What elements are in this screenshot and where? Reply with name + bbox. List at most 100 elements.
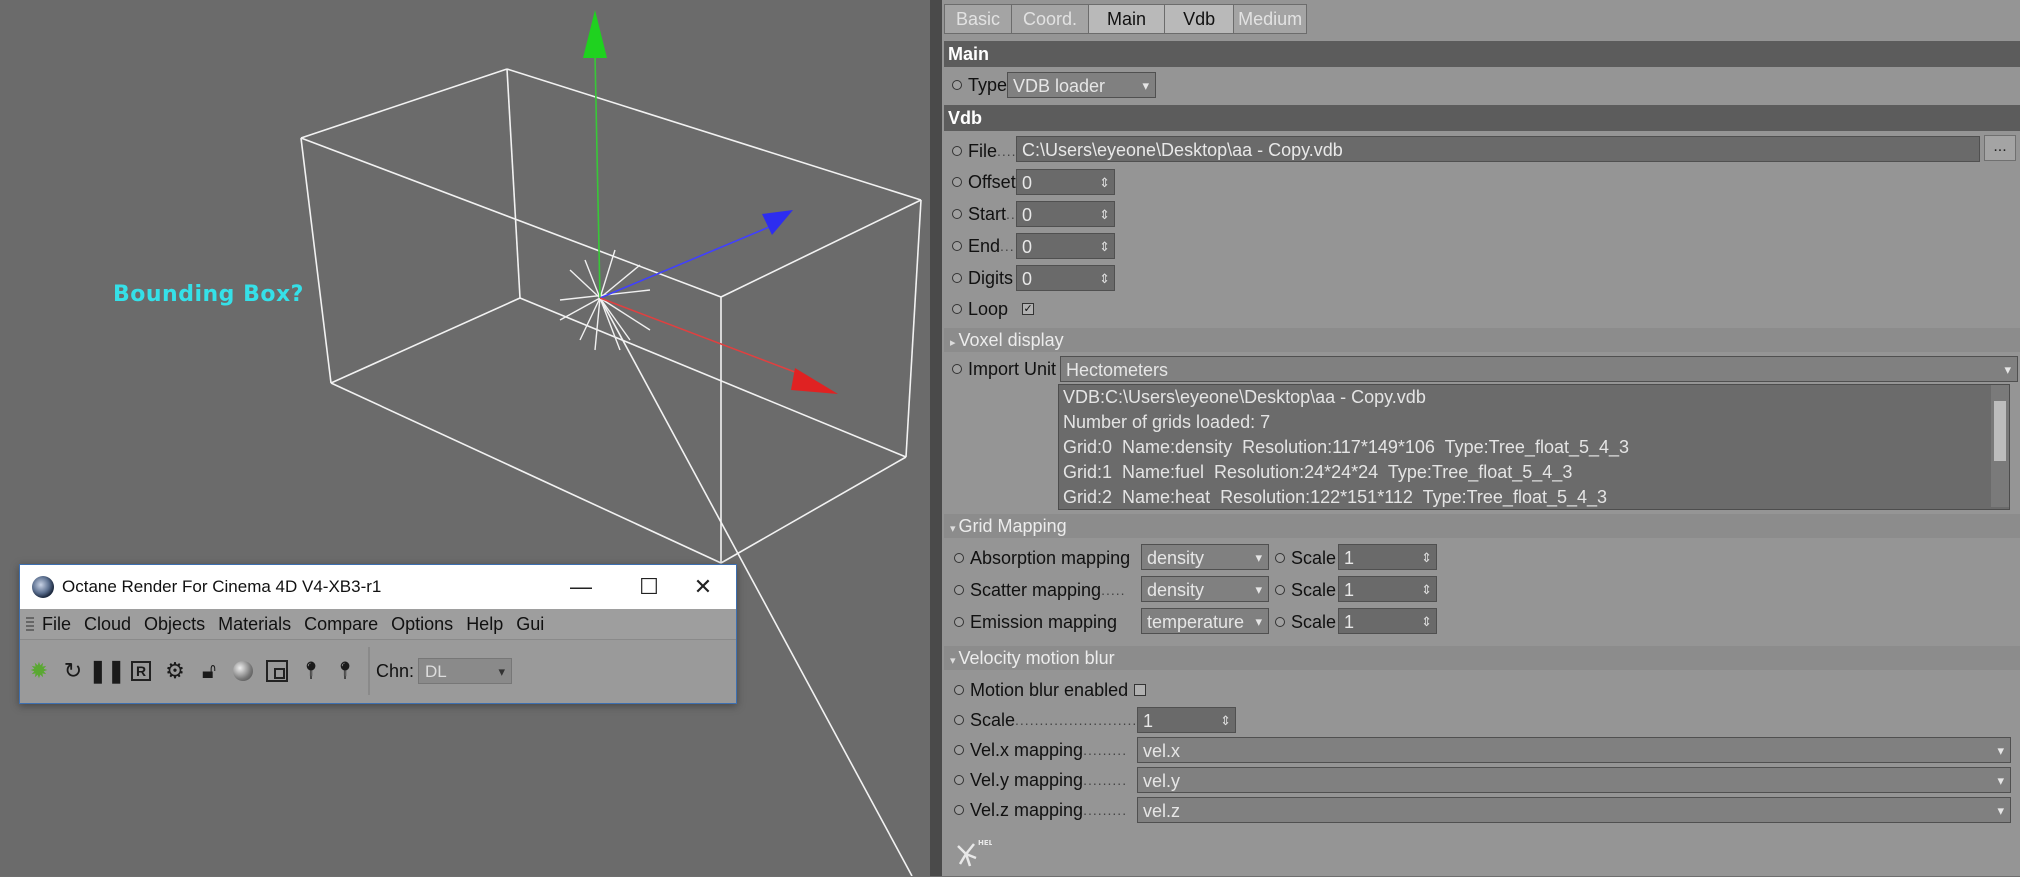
attribute-panel: Basic Coord. Main Vdb Medium Main Type V… xyxy=(942,0,2020,876)
panel-splitter[interactable] xyxy=(930,0,942,876)
velx-dropdown[interactable]: vel.x xyxy=(1137,737,2011,763)
voxel-display-title: Voxel display xyxy=(958,330,1064,350)
animate-dot-icon[interactable] xyxy=(952,80,962,90)
animate-dot-icon[interactable] xyxy=(1275,585,1285,595)
menu-options[interactable]: Options xyxy=(391,614,453,635)
import-unit-dropdown[interactable]: Hectometers xyxy=(1060,356,2018,382)
label-dots: .. xyxy=(1006,206,1016,222)
velz-dropdown[interactable]: vel.z xyxy=(1137,797,2011,823)
animate-dot-icon[interactable] xyxy=(952,273,962,283)
velocity-scale-label: Scale xyxy=(970,709,1016,730)
animate-dot-icon[interactable] xyxy=(952,177,962,187)
settings-icon[interactable]: ⚙ xyxy=(158,654,192,688)
animate-dot-icon[interactable] xyxy=(954,775,964,785)
type-dropdown[interactable]: VDB loader xyxy=(1007,72,1156,98)
menu-gui[interactable]: Gui xyxy=(516,614,544,635)
material-ball-icon[interactable] xyxy=(226,654,260,688)
tab-vdb[interactable]: Vdb xyxy=(1164,4,1235,34)
browse-button[interactable]: ... xyxy=(1984,135,2016,161)
file-path-field[interactable]: C:\Users\eyeone\Desktop\aa - Copy.vdb xyxy=(1016,136,1980,162)
velocity-blur-title: Velocity motion blur xyxy=(958,648,1115,668)
scatter-scale-row: Scale xyxy=(1269,577,1336,603)
lock-icon[interactable]: 🔓︎ xyxy=(192,654,226,688)
octane-menubar: File Cloud Objects Materials Compare Opt… xyxy=(20,609,736,640)
emission-scale-field[interactable]: 1 xyxy=(1338,608,1437,634)
pin-m-icon[interactable]: 📍︎ xyxy=(328,654,362,688)
animate-dot-icon[interactable] xyxy=(954,617,964,627)
animate-dot-icon[interactable] xyxy=(954,805,964,815)
octane-app-icon xyxy=(32,576,54,598)
animate-dot-icon[interactable] xyxy=(952,241,962,251)
type-row: Type xyxy=(942,72,1007,98)
end-label: End xyxy=(968,235,1001,256)
render-icon[interactable]: ✹ xyxy=(22,654,56,688)
menu-compare[interactable]: Compare xyxy=(304,614,378,635)
menu-file[interactable]: File xyxy=(42,614,71,635)
tab-medium[interactable]: Medium xyxy=(1233,4,1308,34)
file-label: File xyxy=(968,140,998,161)
vely-dropdown[interactable]: vel.y xyxy=(1137,767,2011,793)
menu-cloud[interactable]: Cloud xyxy=(84,614,131,635)
close-button[interactable]: ✕ xyxy=(670,565,736,609)
menu-materials[interactable]: Materials xyxy=(218,614,291,635)
octane-titlebar[interactable]: Octane Render For Cinema 4D V4-XB3-r1 — … xyxy=(20,565,736,609)
vdb-info-box[interactable]: VDB:C:\Users\eyeone\Desktop\aa - Copy.vd… xyxy=(1058,384,2010,510)
offset-field[interactable]: 0 xyxy=(1016,169,1115,195)
import-unit-label: Import Unit xyxy=(968,358,1057,379)
absorption-scale-field[interactable]: 1 xyxy=(1338,544,1437,570)
animate-dot-icon[interactable] xyxy=(954,553,964,563)
animate-dot-icon[interactable] xyxy=(954,745,964,755)
section-main: Main xyxy=(944,41,2020,67)
channel-dropdown[interactable]: DL xyxy=(418,658,513,685)
digits-field[interactable]: 0 xyxy=(1016,265,1115,291)
refresh-icon[interactable]: ↻ xyxy=(56,654,90,688)
start-field[interactable]: 0 xyxy=(1016,201,1115,227)
absorption-dropdown[interactable]: density xyxy=(1141,544,1269,570)
tab-main[interactable]: Main xyxy=(1088,4,1166,34)
animate-dot-icon[interactable] xyxy=(952,146,962,156)
velocity-scale-row: Scale.......................... xyxy=(942,707,1142,733)
animate-dot-icon[interactable] xyxy=(954,715,964,725)
voxel-display-group[interactable]: ▸ Voxel display xyxy=(944,328,2020,352)
scale-label: Scale xyxy=(1291,579,1337,600)
animate-dot-icon[interactable] xyxy=(954,685,964,695)
animate-dot-icon[interactable] xyxy=(954,585,964,595)
scrollbar-thumb[interactable] xyxy=(1994,401,2006,461)
tab-coord[interactable]: Coord. xyxy=(1011,4,1090,34)
loop-label: Loop xyxy=(968,298,1009,319)
minimize-button[interactable]: — xyxy=(548,565,614,609)
scatter-scale-field[interactable]: 1 xyxy=(1338,576,1437,602)
resize-icon[interactable] xyxy=(260,654,294,688)
menu-objects[interactable]: Objects xyxy=(144,614,205,635)
tab-basic[interactable]: Basic xyxy=(944,4,1013,34)
animate-dot-icon[interactable] xyxy=(952,209,962,219)
animate-dot-icon[interactable] xyxy=(952,364,962,374)
pin-f-icon[interactable]: 📍︎ xyxy=(294,654,328,688)
end-field[interactable]: 0 xyxy=(1016,233,1115,259)
animate-dot-icon[interactable] xyxy=(952,304,962,314)
viewport-3d[interactable]: Bounding Box? xyxy=(0,0,938,876)
velocity-blur-group[interactable]: ▾ Velocity motion blur xyxy=(944,646,2020,670)
label-dots: ......... xyxy=(1083,742,1128,758)
animate-dot-icon[interactable] xyxy=(1275,553,1285,563)
digits-row: Digits xyxy=(942,265,1013,291)
info-scrollbar[interactable] xyxy=(1991,385,2009,507)
emission-dropdown[interactable]: temperature xyxy=(1141,608,1269,634)
loop-row: Loop ✓ xyxy=(942,296,1035,322)
vely-row: Vel.y mapping......... xyxy=(942,767,1127,793)
pause-icon[interactable]: ❚❚ xyxy=(89,654,126,688)
velocity-scale-field[interactable]: 1 xyxy=(1137,707,1236,733)
motion-blur-checkbox[interactable] xyxy=(1134,684,1147,696)
animate-dot-icon[interactable] xyxy=(1275,617,1285,627)
menu-help[interactable]: Help xyxy=(466,614,503,635)
octane-help-icon[interactable]: HELP xyxy=(952,836,998,872)
loop-checkbox[interactable]: ✓ xyxy=(1022,303,1035,315)
grid-mapping-group[interactable]: ▾ Grid Mapping xyxy=(944,514,2020,538)
region-icon[interactable]: R xyxy=(124,654,158,688)
menubar-grip xyxy=(26,617,34,631)
scatter-dropdown[interactable]: density xyxy=(1141,576,1269,602)
type-label: Type xyxy=(968,74,1008,95)
grid-mapping-title: Grid Mapping xyxy=(958,516,1067,536)
label-dots: ..... xyxy=(1101,582,1126,598)
octane-window[interactable]: Octane Render For Cinema 4D V4-XB3-r1 — … xyxy=(19,564,737,704)
